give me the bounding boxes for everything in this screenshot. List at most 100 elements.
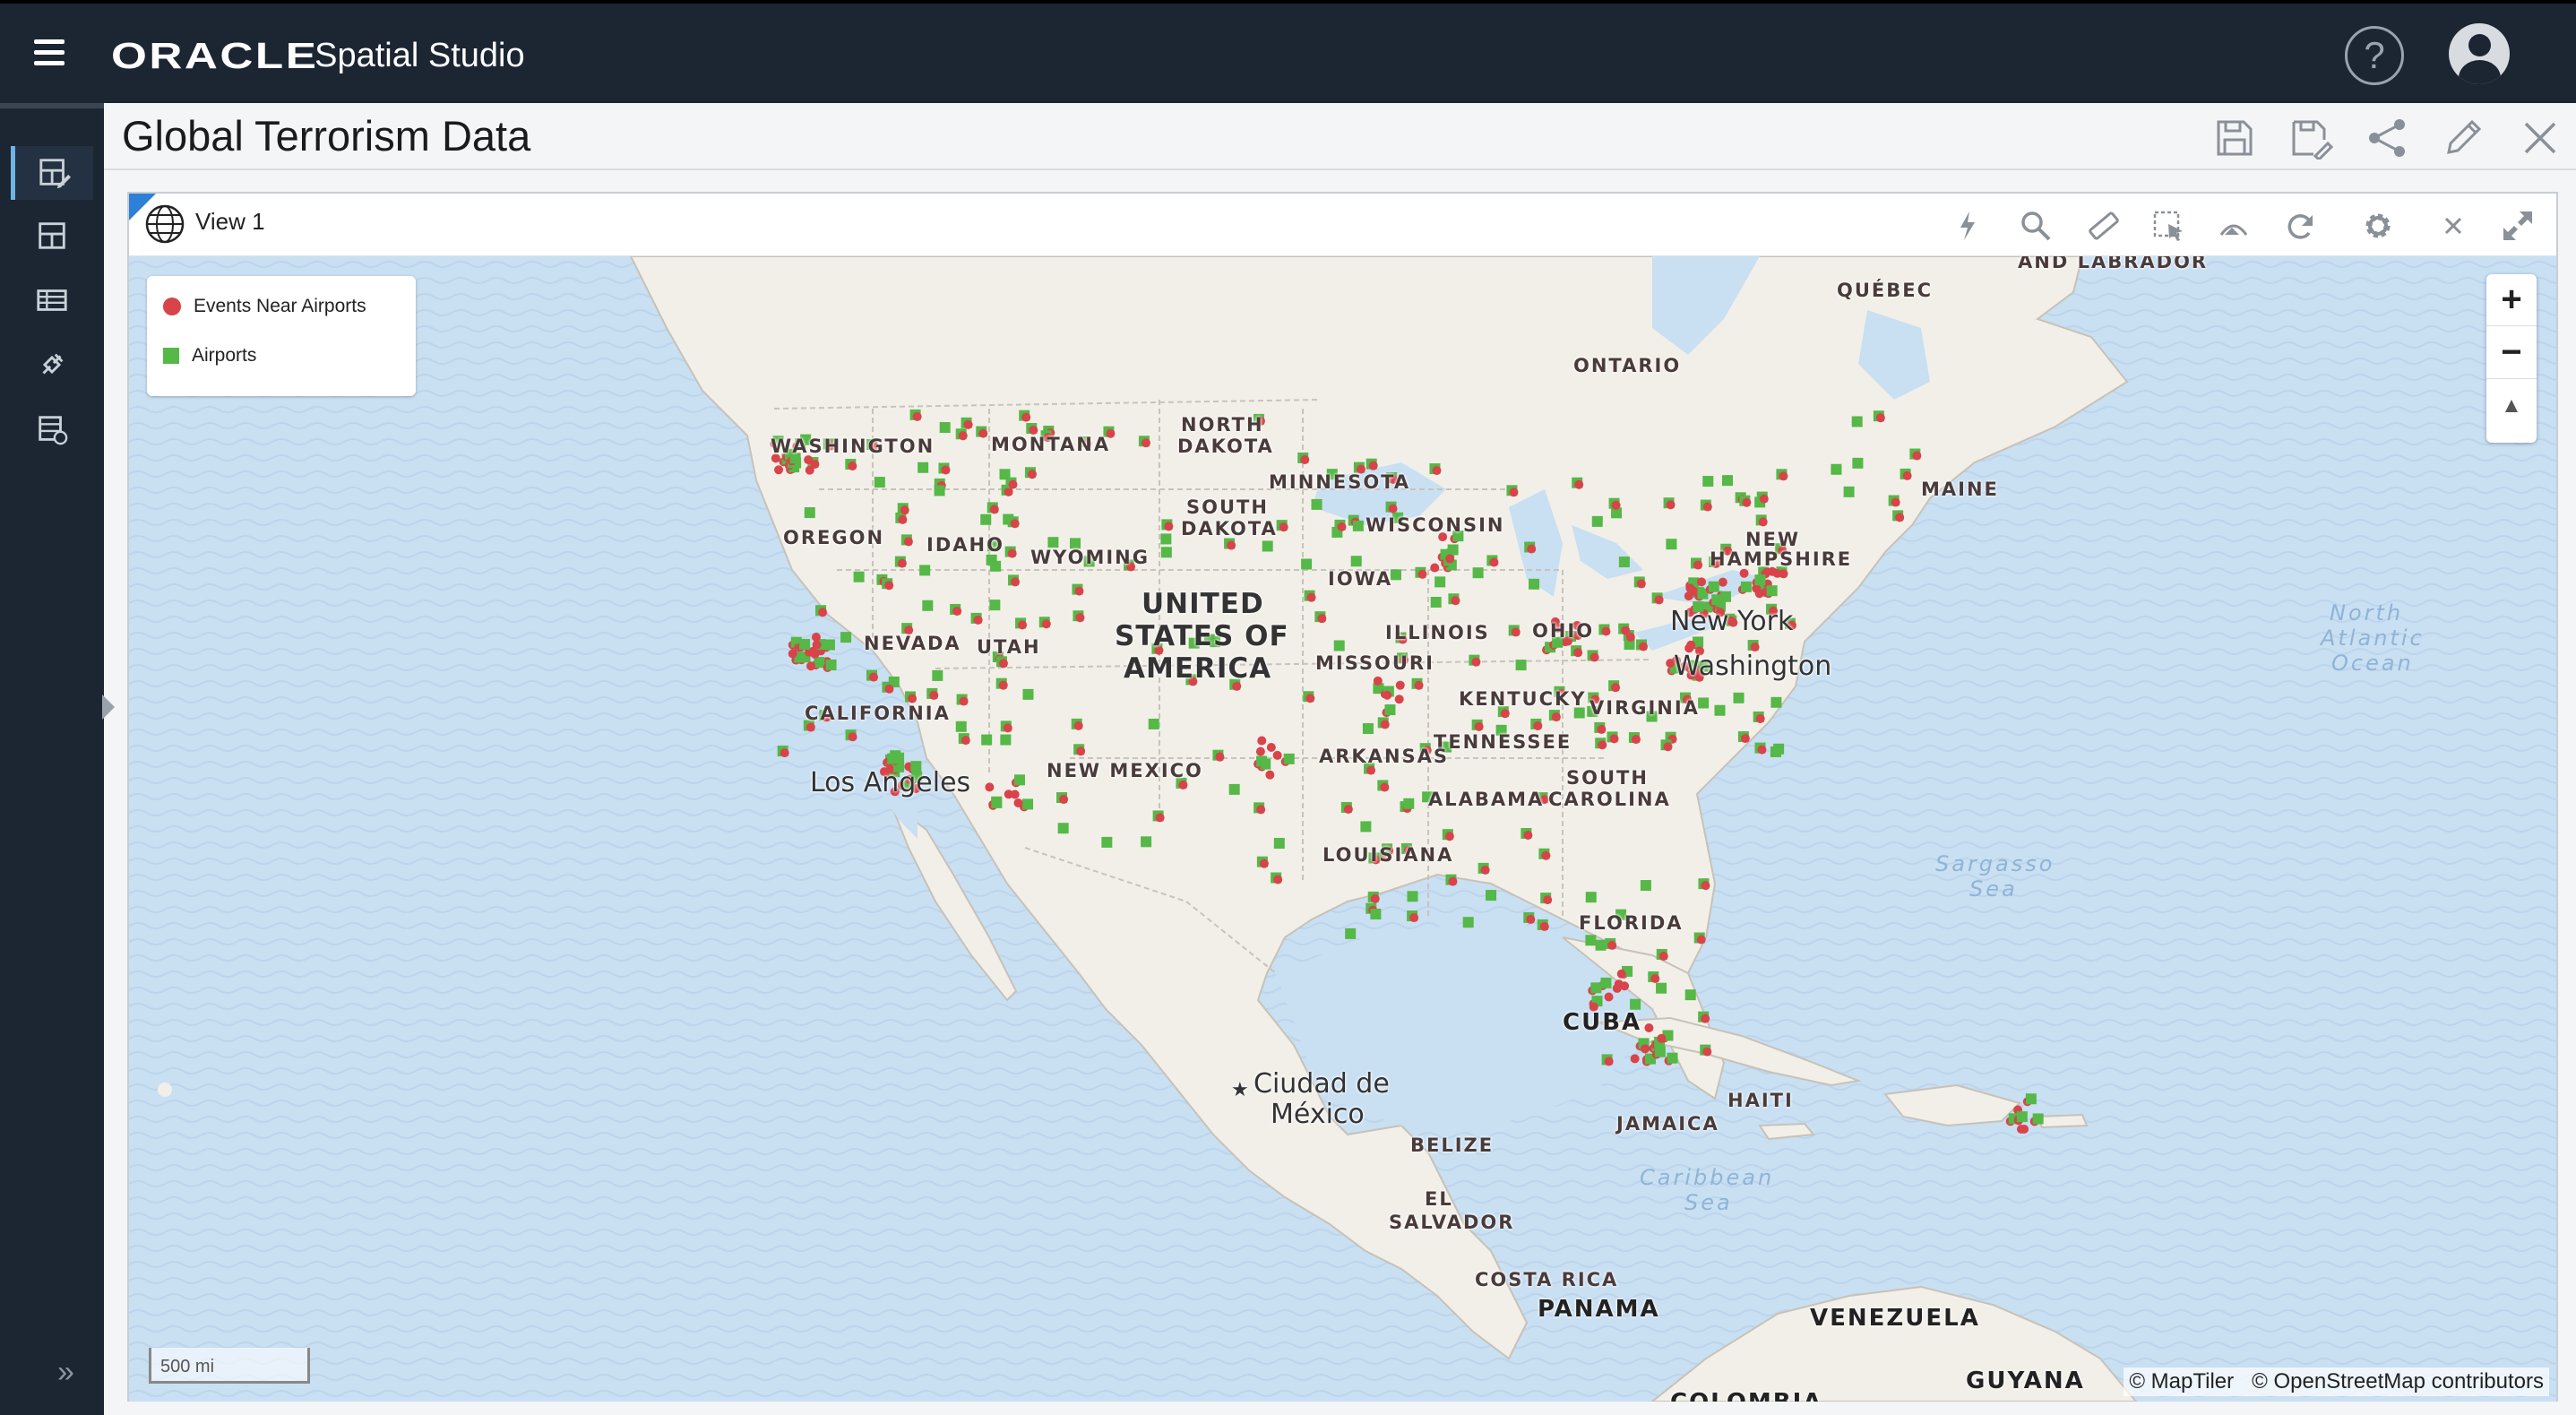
event-marker: [1658, 951, 1668, 961]
airport-marker: [1630, 998, 1641, 1010]
event-marker: [1489, 557, 1499, 567]
airport-marker: [1773, 743, 1785, 755]
event-marker: [1754, 589, 1764, 599]
event-marker: [908, 694, 918, 703]
airport-marker: [1057, 823, 1069, 834]
measure-icon[interactable]: [2082, 204, 2125, 247]
map-label-los-angeles: Los Angeles: [810, 767, 971, 798]
event-marker: [897, 558, 907, 568]
airport-marker: [1141, 836, 1152, 848]
attribution-maptiler[interactable]: © MapTiler: [2129, 1369, 2234, 1393]
airport-marker-icon: [163, 348, 179, 364]
gear-icon[interactable]: [2356, 204, 2399, 247]
select-icon[interactable]: [2147, 204, 2190, 247]
event-marker: [1471, 657, 1481, 667]
top-bar: ORACLE Spatial Studio ?: [0, 0, 2576, 103]
attribution-osm[interactable]: © OpenStreetMap contributors: [2252, 1369, 2544, 1393]
event-marker: [1758, 517, 1768, 527]
airport-marker: [1600, 977, 1612, 988]
event-marker: [989, 505, 999, 514]
map-label-south-carolina-2: CAROLINA: [1548, 789, 1671, 810]
save-icon[interactable]: [2210, 114, 2259, 162]
airport-marker: [1843, 486, 1855, 497]
map-label-kentucky: KENTUCKY: [1459, 688, 1587, 710]
layout-icon[interactable]: [11, 209, 93, 263]
airport-marker: [814, 657, 825, 669]
map-label-washington-state: WASHINGTON: [771, 436, 935, 457]
airport-marker: [1434, 576, 1446, 588]
airport-marker: [1407, 891, 1418, 902]
airport-marker: [1585, 892, 1597, 903]
event-marker: [1611, 683, 1621, 693]
event-marker: [1265, 770, 1275, 780]
event-marker: [806, 722, 815, 732]
search-icon[interactable]: [2014, 204, 2057, 247]
event-marker: [1227, 540, 1236, 550]
event-marker: [884, 581, 894, 591]
airport-marker: [1618, 557, 1630, 568]
zoom-out-button[interactable]: −: [2486, 327, 2537, 379]
map-label-north-atlantic-1: North: [2330, 600, 2404, 626]
airport-marker: [1022, 798, 1034, 810]
airport-marker: [1852, 457, 1864, 469]
hamburger-menu-icon[interactable]: [34, 39, 65, 66]
map-label-costa-rica: COSTA RICA: [1475, 1269, 1619, 1290]
event-marker: [1380, 782, 1390, 792]
event-marker: [1444, 832, 1454, 841]
event-marker: [1255, 746, 1265, 756]
event-marker: [1551, 712, 1561, 722]
event-marker: [912, 411, 922, 421]
airport-marker: [1708, 581, 1719, 592]
map-label-usa-2: STATES OF: [1115, 620, 1289, 652]
dataset-icon[interactable]: [11, 402, 93, 456]
event-marker: [1074, 586, 1084, 596]
map-label-oregon: OREGON: [783, 527, 885, 548]
event-marker: [1008, 479, 1018, 489]
user-avatar-icon[interactable]: [2449, 23, 2510, 84]
flash-icon[interactable]: [1946, 204, 1989, 247]
event-marker: [1609, 734, 1619, 744]
airport-marker: [955, 720, 967, 732]
event-marker: [1395, 680, 1405, 690]
map-label-sargasso-1: Sargasso: [1935, 851, 2055, 876]
map-label-jamaica: JAMAICA: [1616, 1113, 1719, 1135]
airport-marker: [1228, 783, 1240, 795]
close-view-icon[interactable]: [2432, 204, 2475, 247]
airport-marker: [804, 507, 815, 519]
share-icon[interactable]: [2363, 114, 2411, 162]
maximize-icon[interactable]: [2496, 204, 2539, 247]
save-as-icon[interactable]: [2287, 114, 2336, 162]
close-project-icon[interactable]: [2516, 114, 2564, 162]
event-marker: [1474, 721, 1484, 731]
map-label-florida: FLORIDA: [1579, 912, 1684, 934]
event-marker: [998, 659, 1008, 669]
event-marker: [1696, 935, 1706, 945]
zoom-in-button[interactable]: +: [2486, 274, 2537, 326]
table-icon[interactable]: [11, 273, 93, 327]
airport-marker: [990, 560, 1002, 572]
connection-icon[interactable]: [11, 338, 93, 392]
event-marker: [1523, 830, 1533, 840]
map-label-quebec: QUÉBEC: [1837, 280, 1934, 301]
panel-toggle-icon[interactable]: [102, 695, 115, 720]
edit-icon[interactable]: [2439, 114, 2487, 162]
signal-icon[interactable]: [2212, 204, 2255, 247]
map-label-caribbean-1: Caribbean: [1640, 1165, 1775, 1190]
refresh-icon[interactable]: [2279, 204, 2322, 247]
event-marker: [1533, 720, 1543, 730]
event-marker: [1480, 865, 1490, 875]
brand-product: Spatial Studio: [314, 36, 525, 74]
event-marker: [774, 465, 784, 475]
map-label-north-atlantic-2: Atlantic: [2321, 626, 2425, 651]
airport-marker: [1640, 880, 1651, 892]
event-marker: [1266, 742, 1276, 752]
map-canvas[interactable]: AND LABRADOR QUÉBEC ONTARIO WASHINGTON M…: [129, 256, 2556, 1402]
help-icon[interactable]: ?: [2345, 26, 2404, 85]
legend-item-airports: Airports: [163, 345, 256, 367]
compass-north-icon[interactable]: ▲: [2486, 380, 2537, 432]
edit-layout-icon[interactable]: [11, 146, 93, 200]
expand-sidebar-icon[interactable]: »: [57, 1355, 74, 1390]
view-header: View 1: [129, 194, 2556, 256]
event-marker: [1611, 500, 1621, 510]
map-basemap: [129, 256, 2556, 1402]
